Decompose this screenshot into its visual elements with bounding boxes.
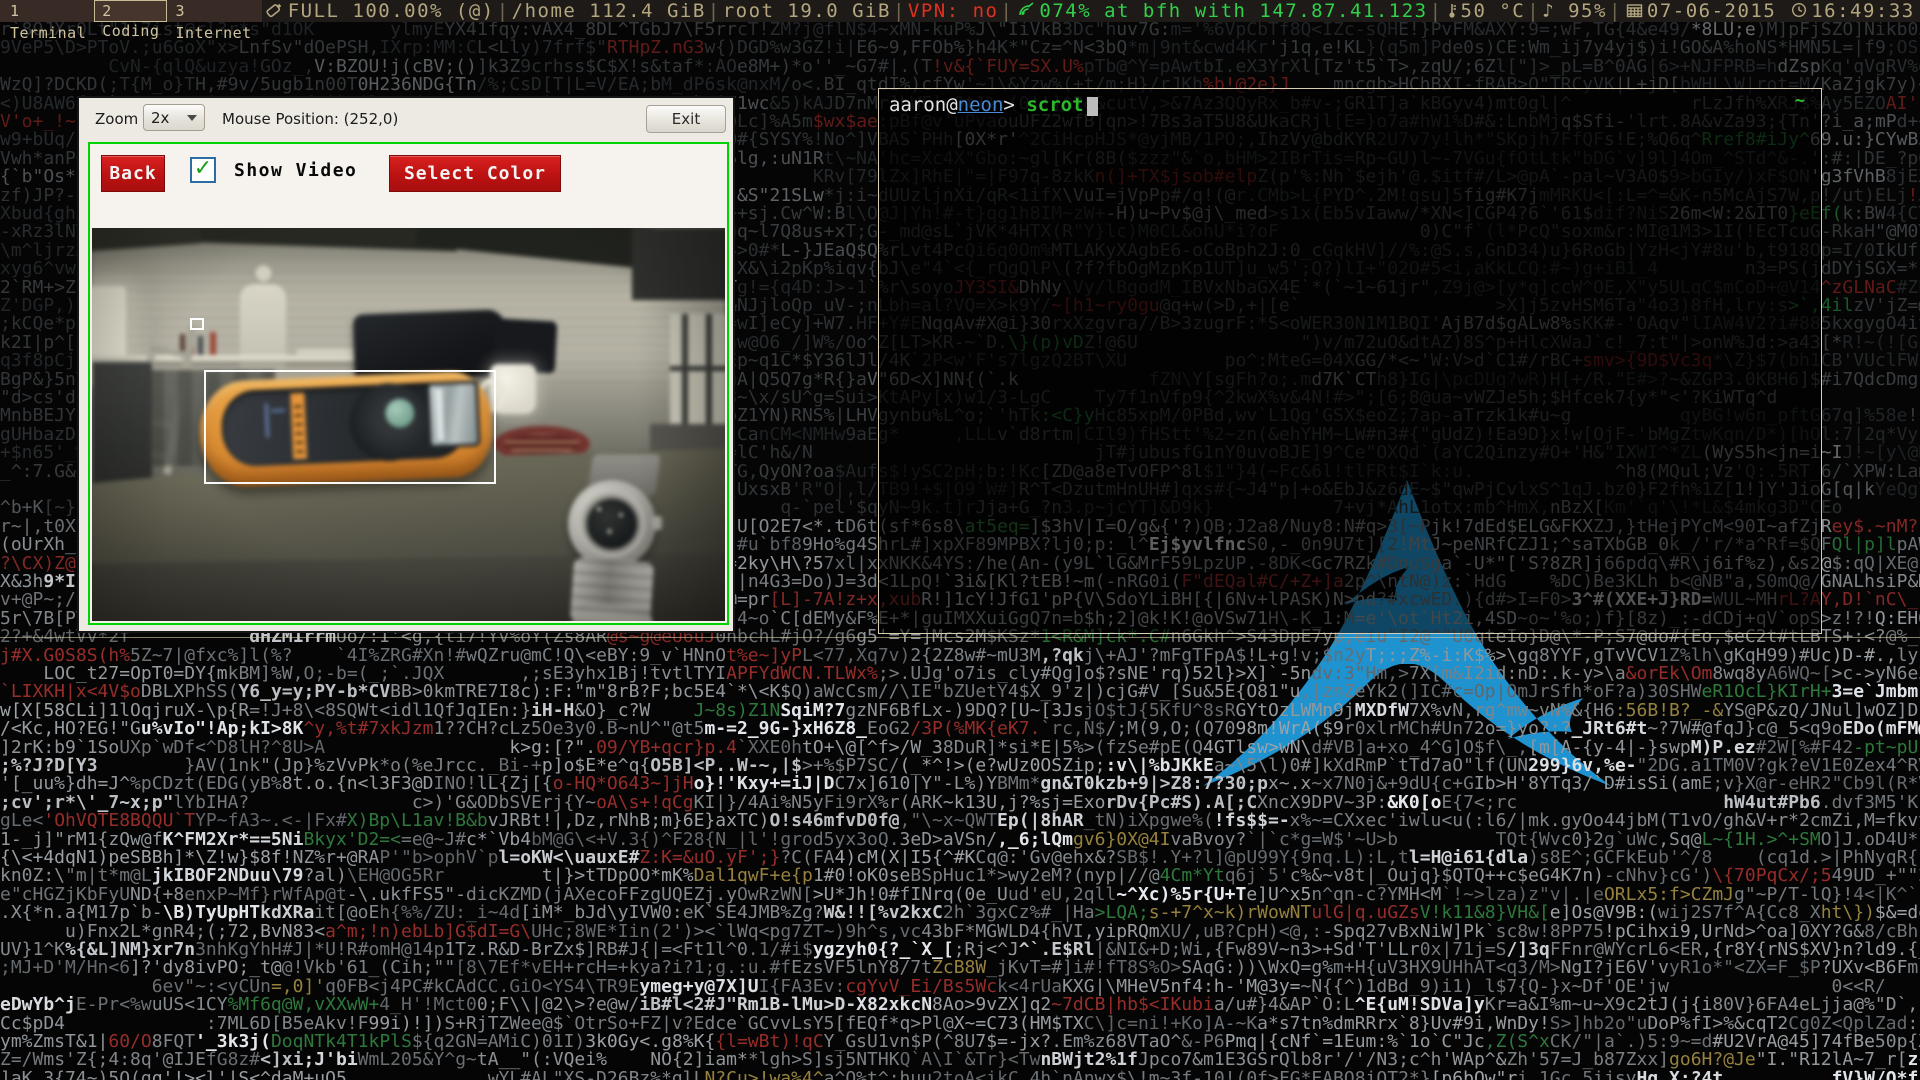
wallpaper-divider-line: [0, 637, 1920, 638]
chevron-down-icon: [187, 115, 197, 121]
clock-icon: [1791, 2, 1807, 18]
prompt-suffix: >: [1003, 94, 1026, 116]
tracking-marker: [190, 318, 204, 330]
terminal-tilde: ~: [1795, 91, 1805, 111]
prompt-at: @: [946, 94, 957, 116]
prompt-user: aaron: [889, 94, 946, 116]
terminal-cursor: [1087, 97, 1098, 116]
typed-command: scrot: [1026, 94, 1083, 116]
date: 07-06-2015: [1647, 0, 1776, 22]
vpn-status: VPN: no: [908, 0, 999, 22]
top-bar: 1 Terminal 2 Coding 3 Internet FULL 100.…: [0, 0, 1920, 22]
select-color-button[interactable]: Select Color: [389, 155, 561, 192]
home-disk-usage: /home 112.4 GiB: [512, 0, 706, 22]
desktop: r`8OJXrQLt"1)7ist@rl?r*s"d1OK ylmyEYX41f…: [0, 0, 1920, 1080]
thermometer-icon: [1447, 2, 1457, 19]
workspace-list: 1 Terminal 2 Coding 3 Internet: [0, 0, 262, 22]
show-video-label: Show Video: [234, 160, 357, 181]
checkmark-icon: ✓: [194, 156, 212, 181]
workspace-internet[interactable]: 3 Internet: [167, 0, 259, 22]
prompt-host: neon: [958, 94, 1004, 116]
camera-controls: Back ✓ Show Video Select Color: [90, 144, 727, 194]
battery-icon: [264, 2, 284, 18]
selection-rectangle: [204, 370, 496, 484]
calendar-icon: [1626, 2, 1643, 18]
zoom-value: 2x: [151, 109, 169, 127]
zoom-select[interactable]: 2x: [143, 104, 205, 131]
zoom-label: Zoom: [95, 110, 138, 128]
video-feed[interactable]: [92, 228, 725, 621]
terminal-window[interactable]: aaron@neon> scrot ~: [878, 88, 1822, 634]
exit-button[interactable]: Exit: [646, 105, 726, 133]
show-video-checkbox[interactable]: ✓: [190, 157, 216, 183]
back-button[interactable]: Back: [101, 155, 165, 192]
status-area: FULL 100.00% (@) | /home 112.4 GiB | roo…: [262, 0, 1920, 22]
terminal-prompt-line: aaron@neon> scrot: [889, 94, 1098, 116]
time: 16:49:33: [1811, 0, 1915, 22]
volume: 95%: [1568, 0, 1607, 22]
battery-status: FULL 100.00% (@): [288, 0, 495, 22]
camera-tool-window: Zoom 2x Mouse Position: (252,0) Exit Bac…: [77, 96, 735, 633]
workspace-terminal[interactable]: 1 Terminal: [2, 0, 94, 22]
wifi-status: 074% at bfh with 147.87.41.123: [1039, 0, 1427, 22]
root-disk-usage: root 19.0 GiB: [723, 0, 891, 22]
mouse-position-readout: Mouse Position: (252,0): [222, 110, 398, 128]
note-icon: ♪: [1542, 0, 1555, 22]
wifi-antenna-icon: [1017, 2, 1035, 18]
camera-toolbar: Zoom 2x Mouse Position: (252,0) Exit: [79, 98, 733, 140]
camera-panel: Back ✓ Show Video Select Color: [88, 142, 729, 625]
temperature: 50 °C: [1461, 0, 1526, 22]
workspace-coding[interactable]: 2 Coding: [94, 0, 167, 22]
